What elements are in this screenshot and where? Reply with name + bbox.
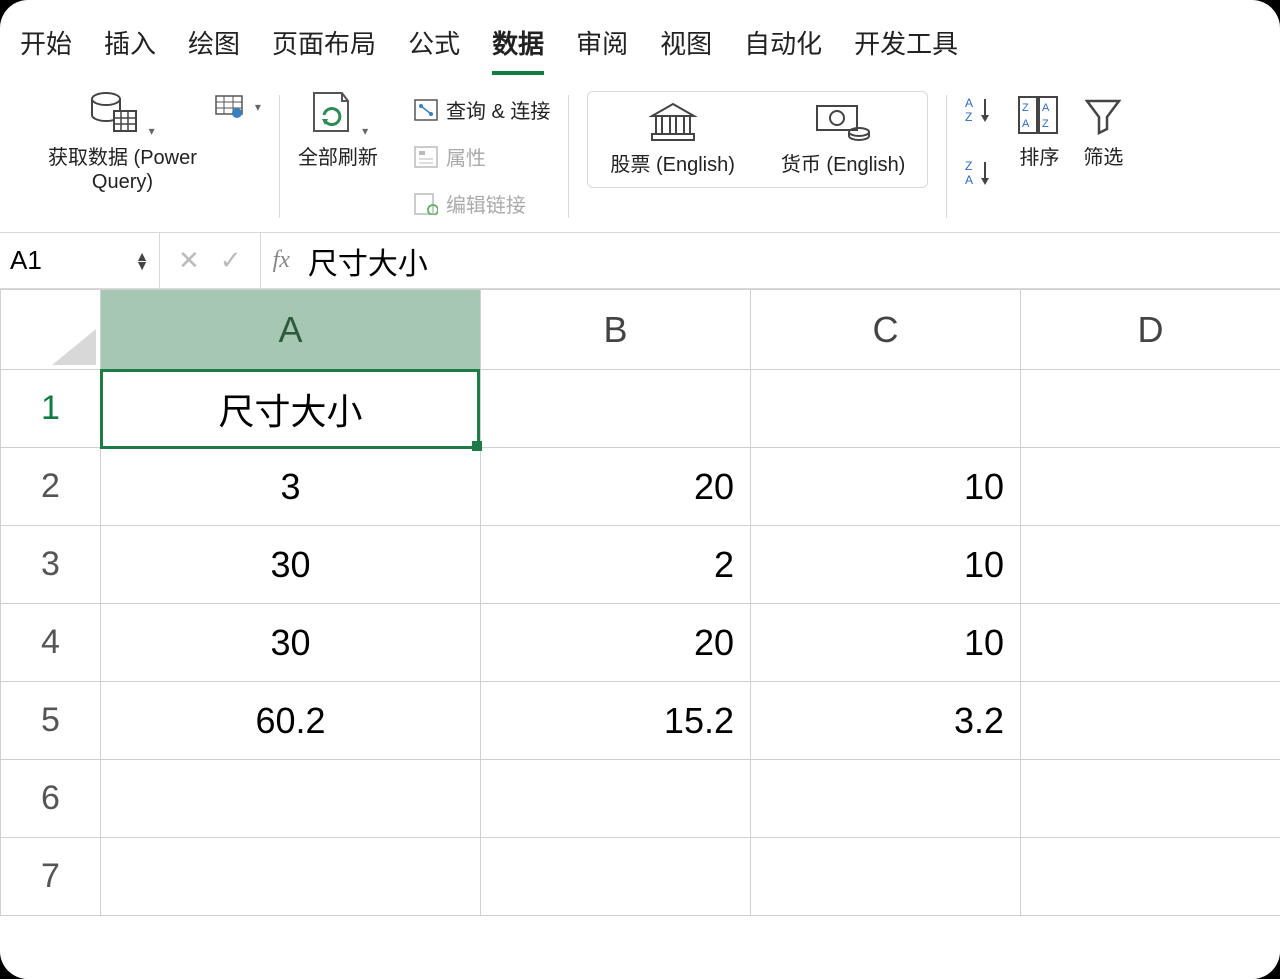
queries-icon [414,99,438,121]
tab-home[interactable]: 开始 [20,20,72,75]
tab-pagelayout[interactable]: 页面布局 [272,20,376,75]
ribbon-tabs: 开始 插入 绘图 页面布局 公式 数据 审阅 视图 自动化 开发工具 [0,0,1280,85]
row-header-7[interactable]: 7 [1,838,101,916]
cell-d4[interactable] [1021,604,1280,682]
cell-c5[interactable]: 3.2 [751,682,1021,760]
cell-b2[interactable]: 20 [481,448,751,526]
sort-asc-button[interactable]: AZ [965,95,995,128]
chevron-down-icon: ▾ [362,124,368,138]
cell-b3[interactable]: 2 [481,526,751,604]
cell-c6[interactable] [751,760,1021,838]
cell-a7[interactable] [101,838,481,916]
name-box[interactable]: A1 ▲▼ [0,233,160,288]
ribbon-body: ▾ 获取数据 (Power Query) ▾ [0,85,1280,233]
properties-button[interactable]: 属性 [414,140,486,173]
properties-icon [414,146,438,168]
chevron-down-icon: ▾ [255,100,261,114]
cell-d3[interactable] [1021,526,1280,604]
cell-a5[interactable]: 60.2 [101,682,481,760]
row-header-3[interactable]: 3 [1,526,101,604]
tab-insert[interactable]: 插入 [104,20,156,75]
cell-a2[interactable]: 3 [101,448,481,526]
svg-text:A: A [965,173,973,186]
row-header-5[interactable]: 5 [1,682,101,760]
cell-c2[interactable]: 10 [751,448,1021,526]
data-types-group: 股票 (English) 货币 (English) [587,91,928,188]
cell-d7[interactable] [1021,838,1280,916]
col-header-b[interactable]: B [481,290,751,370]
refresh-icon: ▾ [308,91,368,140]
refresh-all-button[interactable]: ▾ 全部刷新 [298,91,378,170]
stocks-button[interactable]: 股票 (English) [610,102,734,177]
links-icon [414,193,438,215]
cell-a4[interactable]: 30 [101,604,481,682]
col-header-a[interactable]: A [101,290,481,370]
from-source-button[interactable]: ▾ [215,93,261,121]
cell-c3[interactable]: 10 [751,526,1021,604]
cell-b1[interactable] [481,370,751,448]
currency-button[interactable]: 货币 (English) [781,102,905,177]
bank-icon [648,102,698,147]
row-header-4[interactable]: 4 [1,604,101,682]
row-header-2[interactable]: 2 [1,448,101,526]
cancel-formula-button[interactable]: ✕ [178,245,200,276]
svg-text:Z: Z [965,159,972,173]
cell-a6[interactable] [101,760,481,838]
tab-formulas[interactable]: 公式 [408,20,460,75]
cell-d5[interactable] [1021,682,1280,760]
cell-d2[interactable] [1021,448,1280,526]
edit-links-button[interactable]: 编辑链接 [414,187,526,220]
col-header-d[interactable]: D [1021,290,1280,370]
svg-text:Z: Z [1042,118,1049,130]
filter-button[interactable]: 筛选 [1083,95,1123,170]
fx-label[interactable]: fx [261,247,302,274]
formula-content[interactable]: 尺寸大小 [302,239,428,283]
cell-b4[interactable]: 20 [481,604,751,682]
database-icon: ▾ [90,91,154,140]
tab-view[interactable]: 视图 [660,20,712,75]
tab-developer[interactable]: 开发工具 [854,20,958,75]
currency-icon [815,102,871,147]
cell-b7[interactable] [481,838,751,916]
cell-d6[interactable] [1021,760,1280,838]
svg-text:A: A [965,96,973,110]
svg-text:Z: Z [1022,102,1029,114]
svg-text:A: A [1022,118,1030,130]
row-header-1[interactable]: 1 [1,370,101,448]
sort-button[interactable]: ZAAZ 排序 [1017,95,1061,170]
cell-b6[interactable] [481,760,751,838]
name-box-stepper[interactable]: ▲▼ [135,252,149,270]
sort-icon: ZAAZ [1017,95,1061,140]
spreadsheet[interactable]: A B C D 1 尺寸大小 2 3 20 10 3 30 [0,289,1280,916]
get-data-button[interactable]: ▾ 获取数据 (Power Query) [48,91,197,194]
svg-text:Z: Z [965,110,972,123]
app-window: 开始 插入 绘图 页面布局 公式 数据 审阅 视图 自动化 开发工具 [0,0,1280,979]
col-header-c[interactable]: C [751,290,1021,370]
tab-draw[interactable]: 绘图 [188,20,240,75]
chevron-down-icon: ▾ [149,124,155,138]
sort-desc-button[interactable]: ZA [965,158,995,191]
cell-c1[interactable] [751,370,1021,448]
row-header-6[interactable]: 6 [1,760,101,838]
tab-review[interactable]: 审阅 [576,20,628,75]
cell-c7[interactable] [751,838,1021,916]
select-all-corner[interactable] [1,290,101,370]
tab-data[interactable]: 数据 [492,20,544,75]
queries-connections-button[interactable]: 查询 & 连接 [414,93,550,126]
cell-c4[interactable]: 10 [751,604,1021,682]
accept-formula-button[interactable]: ✓ [220,245,242,276]
funnel-icon [1083,95,1123,140]
svg-text:A: A [1042,102,1050,114]
formula-bar: A1 ▲▼ ✕ ✓ fx 尺寸大小 [0,233,1280,289]
cell-a3[interactable]: 30 [101,526,481,604]
cell-a1[interactable]: 尺寸大小 [101,370,481,448]
tab-automate[interactable]: 自动化 [744,20,822,75]
cell-d1[interactable] [1021,370,1280,448]
cell-b5[interactable]: 15.2 [481,682,751,760]
